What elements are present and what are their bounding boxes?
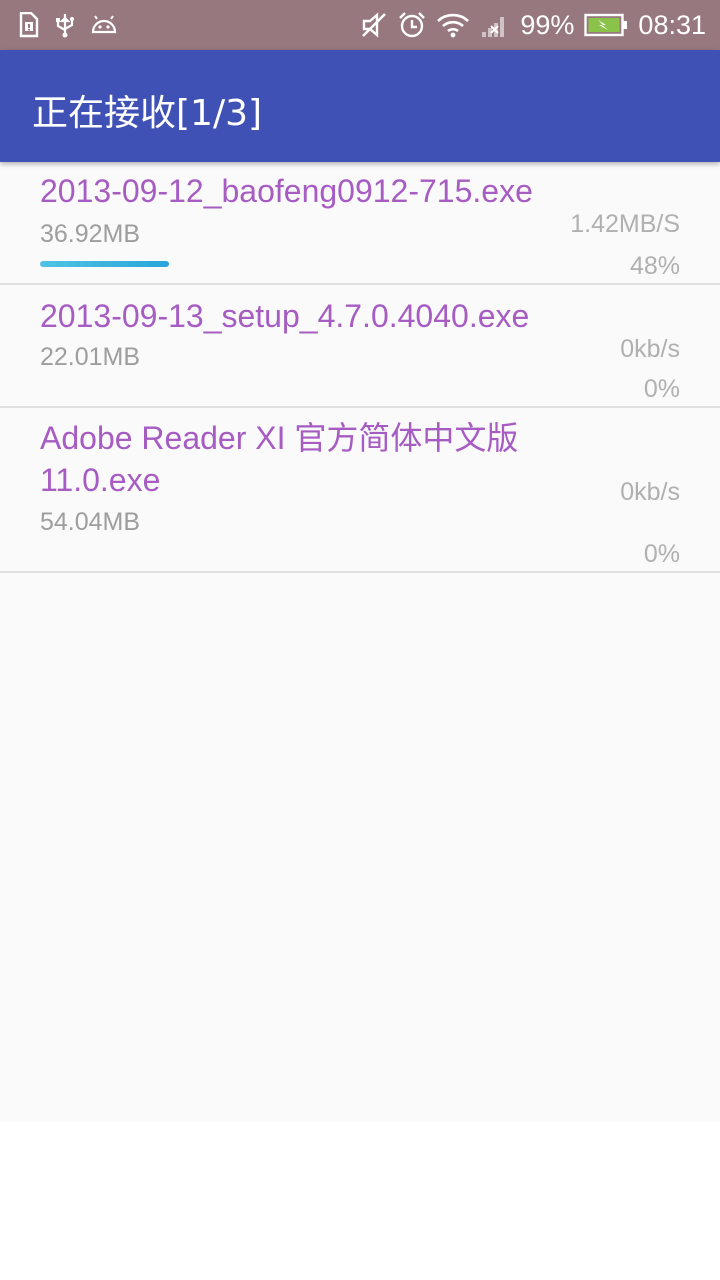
list-item[interactable]: 2013-09-13_setup_4.7.0.4040.exe 22.01MB … bbox=[0, 285, 720, 408]
no-signal-icon bbox=[480, 12, 510, 38]
app-bar: 正在接收[1/3] bbox=[0, 50, 720, 162]
progress-fill bbox=[40, 261, 169, 267]
file-size: 22.01MB bbox=[40, 343, 141, 371]
battery-percent: 99% bbox=[520, 9, 575, 40]
battery-charging-icon bbox=[584, 13, 628, 37]
file-name: 2013-09-13_setup_4.7.0.4040.exe bbox=[40, 298, 530, 334]
status-bar: 99% 08:31 bbox=[0, 0, 720, 50]
download-list[interactable]: 2013-09-12_baofeng0912-715.exe 36.92MB 1… bbox=[0, 162, 720, 1122]
progress-percent: 0% bbox=[643, 375, 680, 403]
file-name: Adobe Reader XI 官方简体中文版 11.0.exe bbox=[40, 420, 519, 498]
progress-bar bbox=[40, 261, 308, 267]
file-size: 54.04MB bbox=[40, 508, 141, 536]
clock: 08:31 bbox=[638, 9, 706, 40]
list-item[interactable]: 2013-09-12_baofeng0912-715.exe 36.92MB 1… bbox=[0, 162, 720, 285]
file-name: 2013-09-12_baofeng0912-715.exe bbox=[40, 173, 533, 209]
page-title: 正在接收[1/3] bbox=[32, 93, 263, 134]
transfer-speed: 0kb/s bbox=[620, 335, 680, 363]
progress-percent: 48% bbox=[629, 252, 680, 280]
wifi-icon bbox=[436, 12, 470, 38]
android-debug-icon bbox=[90, 14, 118, 36]
usb-icon bbox=[54, 12, 76, 38]
list-item[interactable]: Adobe Reader XI 官方简体中文版 11.0.exe 54.04MB… bbox=[0, 408, 720, 573]
transfer-speed: 1.42MB/S bbox=[570, 210, 680, 238]
file-size: 36.92MB bbox=[40, 220, 141, 248]
alarm-icon bbox=[398, 11, 426, 39]
sim-alert-icon bbox=[16, 12, 40, 38]
transfer-speed: 0kb/s bbox=[620, 478, 680, 506]
progress-percent: 0% bbox=[643, 540, 680, 568]
mute-icon bbox=[360, 11, 388, 39]
